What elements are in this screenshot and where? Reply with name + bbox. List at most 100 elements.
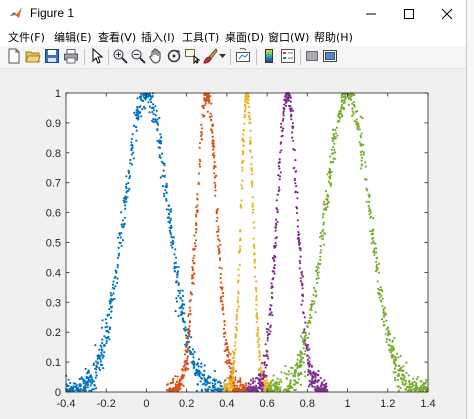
scatter-point <box>393 362 396 366</box>
maximize-button[interactable] <box>390 0 428 28</box>
scatter-point <box>368 208 371 211</box>
scatter-point <box>136 108 139 111</box>
zoom-out-icon[interactable] <box>130 48 146 64</box>
pan-hand-icon[interactable] <box>148 48 164 64</box>
scatter-point <box>355 121 358 124</box>
scatter-point <box>280 126 283 129</box>
scatter-point <box>94 344 97 347</box>
scatter-point <box>200 133 203 136</box>
scatter-point <box>258 354 261 357</box>
scatter-point <box>255 321 258 324</box>
scatter-point <box>296 197 299 200</box>
menu-desktop[interactable]: 桌面(D) <box>225 29 264 45</box>
menu-help[interactable]: 帮助(H) <box>314 29 353 45</box>
scatter-point <box>186 355 189 358</box>
menu-insert[interactable]: 插入(I) <box>141 29 175 45</box>
scatter-point <box>306 354 309 357</box>
menu-window[interactable]: 窗口(W) <box>268 29 309 45</box>
chevron-down-icon[interactable] <box>219 53 226 60</box>
hide-plot-tools-icon[interactable] <box>304 48 320 64</box>
scatter-point <box>236 381 239 384</box>
scatter-point <box>329 182 332 185</box>
scatter-point <box>219 277 222 280</box>
scatter-point <box>241 179 244 182</box>
menu-file[interactable]: 文件(F) <box>8 29 45 45</box>
scatter-point <box>394 356 397 359</box>
scatter-point <box>200 123 203 126</box>
link-plot-icon[interactable] <box>235 48 251 64</box>
scatter-point <box>191 273 194 276</box>
scatter-point <box>308 332 311 335</box>
insert-legend-icon[interactable] <box>280 48 296 64</box>
scatter-point <box>266 350 269 353</box>
scatter-point <box>293 374 297 378</box>
show-plot-tools-icon[interactable] <box>322 48 338 64</box>
minimize-button[interactable] <box>352 0 390 28</box>
scatter-point <box>278 167 281 170</box>
scatter-point <box>108 308 111 311</box>
scatter-point <box>311 385 314 388</box>
scatter-point <box>405 386 408 389</box>
scatter-point <box>259 384 262 387</box>
scatter-point <box>244 98 247 101</box>
scatter-point <box>127 181 130 185</box>
scatter-point <box>162 169 165 172</box>
scatter-point <box>214 186 217 189</box>
scatter-point <box>257 382 260 385</box>
menu-view[interactable]: 查看(V) <box>98 29 136 45</box>
scatter-point <box>196 204 199 207</box>
scatter-point <box>351 110 354 113</box>
menu-edit[interactable]: 编辑(E) <box>54 29 92 45</box>
title-bar[interactable]: Figure 1 <box>0 0 466 28</box>
close-button[interactable] <box>428 0 466 28</box>
data-cursor-icon[interactable] <box>184 48 200 64</box>
scatter-point <box>415 378 418 381</box>
scatter-point <box>322 221 325 224</box>
edit-plot-arrow-icon[interactable] <box>89 48 105 64</box>
scatter-point <box>287 373 290 376</box>
new-figure-icon[interactable] <box>6 48 22 64</box>
scatter-point <box>213 176 216 179</box>
scatter-point <box>248 115 251 118</box>
scatter-point <box>83 385 86 388</box>
scatter-point <box>89 384 92 387</box>
scatter-point <box>335 126 338 129</box>
scatter-point <box>237 268 240 271</box>
scatter-point <box>155 121 159 124</box>
scatter-point <box>273 259 276 263</box>
scatter-point <box>278 381 281 384</box>
save-icon[interactable] <box>44 48 60 64</box>
scatter-point <box>282 127 285 130</box>
rotate-3d-icon[interactable] <box>166 48 182 64</box>
scatter-point <box>141 107 144 110</box>
scatter-point <box>210 102 213 105</box>
scatter-point <box>272 374 275 377</box>
scatter-point <box>186 337 189 340</box>
scatter-point <box>356 128 359 131</box>
scatter-point <box>170 244 173 247</box>
zoom-in-icon[interactable] <box>112 48 128 64</box>
scatter-point <box>176 271 179 274</box>
scatter-point <box>199 160 202 163</box>
scatter-plot[interactable]: -0.4 -0.2 0 0.2 0.4 0.6 0.8 1 1.2 1.4 0 0.1 0.2 0.3 0.… <box>2 69 464 415</box>
scatter-point <box>239 377 242 380</box>
menu-tools[interactable]: 工具(T) <box>182 29 219 45</box>
scatter-point <box>192 353 195 356</box>
scatter-point <box>277 174 280 177</box>
scatter-point <box>312 375 315 378</box>
brush-icon[interactable] <box>202 48 218 64</box>
print-icon[interactable] <box>63 48 79 64</box>
scatter-point <box>164 189 167 192</box>
scatter-point <box>414 388 417 391</box>
scatter-point <box>222 327 226 330</box>
insert-colorbar-icon[interactable] <box>261 48 277 64</box>
scatter-point <box>289 381 292 384</box>
scatter-point <box>351 114 354 117</box>
open-file-icon[interactable] <box>25 48 41 64</box>
scatter-point <box>258 358 261 361</box>
scatter-point <box>261 361 264 364</box>
toolbar-separator <box>108 49 109 65</box>
scatter-point <box>332 128 335 131</box>
scatter-point <box>307 385 310 388</box>
scatter-point <box>294 170 297 173</box>
